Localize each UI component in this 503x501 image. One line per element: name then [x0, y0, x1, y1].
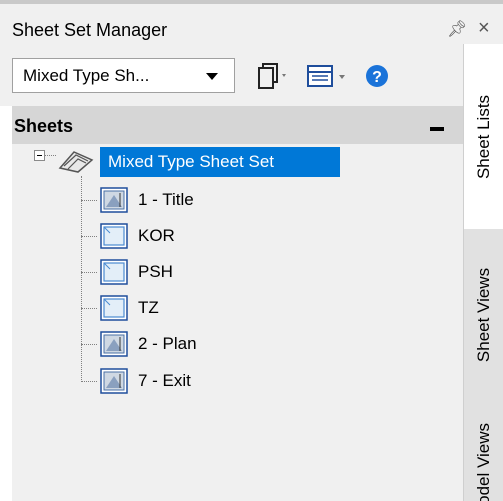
sheet-set-dropdown-value: Mixed Type Sh... — [23, 66, 150, 85]
collapse-panel-button[interactable] — [430, 127, 444, 131]
tree-connector — [81, 272, 97, 273]
sheet-label: 1 - Title — [138, 190, 194, 209]
tab-label: Model Views — [474, 422, 493, 501]
layout-sheet-icon — [100, 368, 128, 394]
model-sheet-icon — [100, 295, 128, 321]
chevron-down-icon — [206, 73, 218, 80]
sheet-label: KOR — [138, 226, 175, 245]
window-title: Sheet Set Manager — [12, 20, 168, 40]
sheet-set-dropdown[interactable]: Mixed Type Sh... — [12, 58, 235, 93]
sheet-label: 2 - Plan — [138, 334, 197, 353]
tree-collapse-toggle[interactable] — [34, 150, 45, 161]
close-icon[interactable]: × — [478, 17, 490, 40]
tree-root-sheet-set[interactable]: Mixed Type Sheet Set — [100, 147, 340, 177]
model-sheet-icon — [100, 223, 128, 249]
sheet-selection-icon[interactable] — [255, 60, 289, 92]
tab-sheet-views[interactable]: Sheet Views — [463, 229, 503, 401]
pin-icon[interactable]: 📌︎ — [447, 19, 467, 39]
model-sheet-icon — [100, 259, 128, 285]
layout-sheet-icon — [100, 187, 128, 213]
tab-label: Sheet Lists — [474, 94, 493, 179]
sheets-panel-header — [12, 106, 463, 144]
tab-label: Sheet Views — [474, 267, 493, 363]
sheet-label: TZ — [138, 298, 159, 317]
tree-connector — [81, 308, 97, 309]
sheets-panel-title: Sheets — [14, 116, 74, 136]
tree-connector — [81, 381, 97, 382]
tree-connector — [81, 236, 97, 237]
help-icon[interactable]: ? — [363, 62, 391, 90]
layout-sheet-icon — [100, 331, 128, 357]
tree-connector — [81, 176, 82, 382]
sheet-tree — [12, 144, 463, 501]
svg-text:?: ? — [372, 69, 382, 86]
sheet-label: PSH — [138, 262, 173, 281]
sheet-set-icon — [58, 151, 94, 173]
sheet-label: 7 - Exit — [138, 371, 191, 390]
tab-sheet-lists[interactable]: Sheet Lists — [463, 44, 503, 229]
tree-connector — [81, 200, 97, 201]
view-options-icon[interactable] — [306, 62, 350, 90]
tree-connector — [44, 155, 56, 156]
tab-model-views[interactable]: Model Views — [463, 401, 503, 501]
tree-connector — [81, 344, 97, 345]
